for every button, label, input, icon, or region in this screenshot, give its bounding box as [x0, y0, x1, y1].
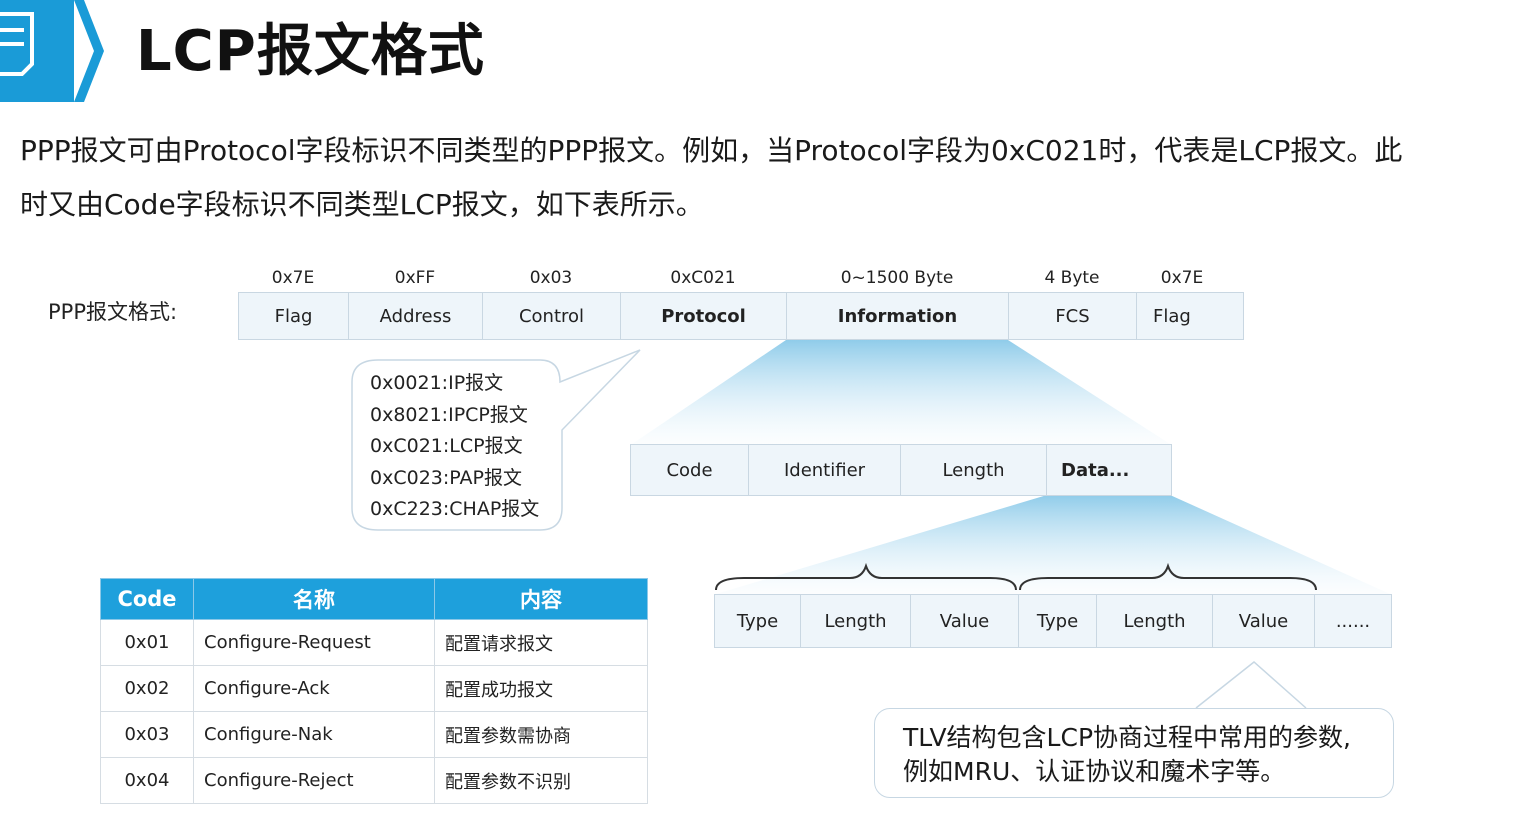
address-value: 0xFF	[394, 268, 436, 288]
protocol-field: Protocol	[621, 293, 787, 339]
code-cell: 0x01	[100, 619, 194, 666]
tlv-row: Type Length Value Type Length Value ....…	[714, 594, 1392, 648]
protocol-value-list: 0x0021:IP报文 0x8021:IPCP报文 0xC021:LCP报文 0…	[370, 368, 539, 526]
table-row: 0x04 Configure-Reject 配置参数不识别	[100, 757, 648, 804]
name-cell: Configure-Request	[193, 619, 435, 666]
tlv-value-field: Value	[1213, 595, 1315, 647]
content-cell: 配置参数不识别	[434, 757, 648, 804]
tlv-length-field: Length	[1097, 595, 1213, 647]
tlv-value-field: Value	[911, 595, 1019, 647]
note-line-2: 例如MRU、认证协议和魔术字等。	[903, 757, 1286, 786]
ppp-frame-row: Flag Address Control Protocol Informatio…	[238, 292, 1244, 340]
length-field: Length	[901, 445, 1047, 495]
protocol-item: 0x0021:IP报文	[370, 372, 504, 394]
tlv-length-field: Length	[801, 595, 911, 647]
fcs-field: FCS	[1009, 293, 1137, 339]
ppp-format-label: PPP报文格式:	[48, 300, 178, 324]
table-row: 0x03 Configure-Nak 配置参数需协商	[100, 711, 648, 758]
protocol-item: 0xC021:LCP报文	[370, 435, 523, 457]
protocol-value: 0xC021	[670, 268, 736, 288]
table-row: 0x01 Configure-Request 配置请求报文	[100, 619, 648, 666]
protocol-item: 0x8021:IPCP报文	[370, 403, 528, 426]
protocol-item: 0xC223:CHAP报文	[370, 498, 540, 520]
column-header-content: 内容	[434, 578, 648, 620]
code-cell: 0x02	[100, 665, 194, 712]
fcs-value: 4 Byte	[1044, 268, 1100, 288]
code-field: Code	[631, 445, 749, 495]
data-field: Data...	[1061, 459, 1130, 481]
column-header-name: 名称	[193, 578, 435, 620]
code-cell: 0x03	[100, 711, 194, 758]
flag-end-value: 0x7E	[1160, 268, 1204, 288]
information-value: 0~1500 Byte	[840, 268, 954, 288]
flag-field: Flag	[239, 293, 349, 339]
identifier-field: Identifier	[749, 445, 901, 495]
name-cell: Configure-Ack	[193, 665, 435, 712]
control-value: 0x03	[529, 268, 573, 288]
table-row: 0x02 Configure-Ack 配置成功报文	[100, 665, 648, 712]
tlv-type-field: Type	[1019, 595, 1097, 647]
name-cell: Configure-Reject	[193, 757, 435, 804]
note-pointer	[1195, 661, 1307, 709]
lcp-packet-row: Code Identifier Length Data...	[630, 444, 1172, 496]
column-header-code: Code	[100, 578, 194, 620]
protocol-item: 0xC023:PAP报文	[370, 466, 522, 489]
data-expand-fan	[716, 495, 1390, 594]
address-field: Address	[349, 293, 483, 339]
flag-end-field: Flag	[1153, 305, 1191, 327]
information-field: Information	[787, 293, 1009, 339]
flag-value: 0x7E	[271, 268, 315, 288]
content-cell: 配置参数需协商	[434, 711, 648, 758]
tlv-more-field: ......	[1335, 610, 1371, 632]
tlv-note-box: TLV结构包含LCP协商过程中常用的参数, 例如MRU、认证协议和魔术字等。	[874, 708, 1394, 798]
name-cell: Configure-Nak	[193, 711, 435, 758]
information-expand-fan	[632, 340, 1170, 444]
lcp-code-table: Code 名称 内容 0x01 Configure-Request 配置请求报文…	[100, 578, 648, 804]
control-field: Control	[483, 293, 621, 339]
code-cell: 0x04	[100, 757, 194, 804]
note-line-1: TLV结构包含LCP协商过程中常用的参数,	[903, 723, 1351, 752]
table-header-row: Code 名称 内容	[100, 578, 648, 620]
tlv-type-field: Type	[715, 595, 801, 647]
content-cell: 配置请求报文	[434, 619, 648, 666]
content-cell: 配置成功报文	[434, 665, 648, 712]
